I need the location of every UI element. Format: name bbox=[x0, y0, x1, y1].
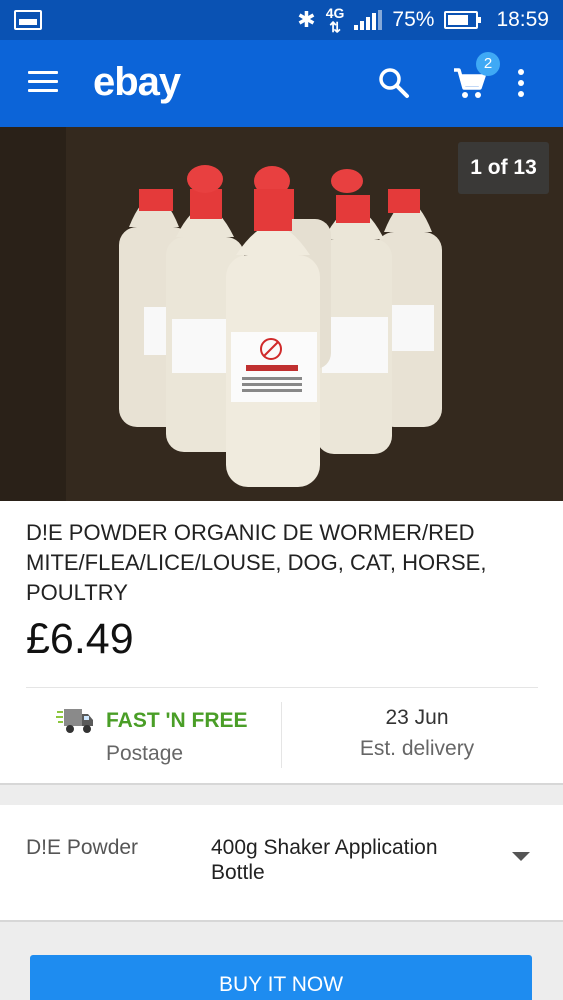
battery-icon bbox=[444, 11, 482, 29]
variation-selected-value[interactable]: 400g Shaker Application Bottle bbox=[211, 835, 491, 885]
buy-it-now-button[interactable]: BUY IT NOW bbox=[30, 955, 532, 1000]
cart-count-badge: 2 bbox=[476, 52, 500, 76]
battery-percent: 75% bbox=[392, 8, 435, 31]
network-4g-icon: 4G ⇅ bbox=[325, 5, 345, 35]
truck-icon bbox=[56, 709, 93, 733]
status-bar: ✱ 4G ⇅ 75% 18:59 bbox=[0, 0, 563, 40]
ebay-logo[interactable]: ebay bbox=[93, 60, 181, 105]
image-notification-icon bbox=[14, 10, 42, 30]
product-price: £6.49 bbox=[26, 615, 134, 663]
variation-selector[interactable]: D!E Powder 400g Shaker Application Bottl… bbox=[0, 805, 563, 920]
product-image-gallery[interactable]: 1 of 13 bbox=[0, 127, 563, 501]
divider bbox=[26, 687, 538, 688]
network-label: 4G bbox=[325, 5, 345, 21]
more-vert-icon[interactable] bbox=[518, 69, 526, 99]
section-gap bbox=[0, 783, 563, 805]
delivery-label: Est. delivery bbox=[359, 737, 475, 760]
shipping-method: FAST 'N FREE bbox=[106, 709, 248, 732]
dropdown-arrow-icon[interactable] bbox=[512, 852, 530, 861]
shipping-info: FAST 'N FREE Postage 23 Jun Est. deliver… bbox=[0, 700, 563, 772]
delivery-date: 23 Jun bbox=[385, 706, 449, 729]
bluetooth-icon: ✱ bbox=[297, 7, 316, 33]
app-bar: ebay 2 bbox=[0, 40, 563, 127]
status-bar-right: ✱ 4G ⇅ 75% 18:59 bbox=[297, 0, 549, 40]
image-counter: 1 of 13 bbox=[458, 142, 549, 194]
clock: 18:59 bbox=[496, 8, 549, 31]
variation-label: D!E Powder bbox=[26, 836, 139, 859]
search-icon[interactable] bbox=[378, 67, 410, 99]
product-title: D!E POWDER ORGANIC DE WORMER/RED MITE/FL… bbox=[26, 520, 487, 605]
signal-icon bbox=[354, 10, 383, 30]
hamburger-menu-icon[interactable] bbox=[28, 71, 58, 95]
shipping-method-sub: Postage bbox=[106, 742, 184, 765]
